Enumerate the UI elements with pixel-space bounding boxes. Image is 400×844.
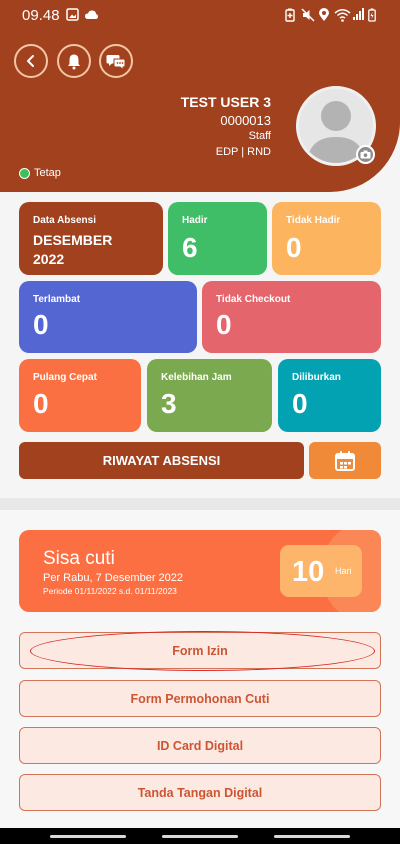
mute-icon (301, 8, 315, 26)
sisa-cuti-title: Sisa cuti (43, 548, 115, 569)
wifi-icon (334, 8, 351, 26)
sisa-cuti-card: Sisa cuti Per Rabu, 7 Desember 2022 Peri… (19, 530, 381, 612)
card-value: 0 (216, 309, 232, 340)
sisa-cuti-date: Per Rabu, 7 Desember 2022 (43, 572, 184, 584)
calendar-icon (335, 450, 355, 471)
card-label: Tidak Checkout (216, 294, 291, 305)
back-arrow-icon (27, 55, 34, 67)
card-label: Kelebihan Jam (161, 372, 232, 383)
status-bar: 09.48 (0, 0, 400, 32)
nav-back-button[interactable] (274, 835, 350, 838)
card-data-absensi: Data Absensi DESEMBER 2022 (19, 202, 163, 275)
back-button[interactable] (14, 44, 48, 78)
card-diliburkan[interactable]: Diliburkan 0 (278, 359, 381, 432)
card-tidak-hadir[interactable]: Tidak Hadir 0 (272, 202, 381, 275)
user-role: Staff (248, 130, 271, 142)
sisa-cuti-unit: Hari (335, 566, 352, 576)
card-kelebihan-jam[interactable]: Kelebihan Jam 3 (147, 359, 272, 432)
id-card-digital-button[interactable]: ID Card Digital (19, 727, 381, 764)
card-hadir[interactable]: Hadir 6 (168, 202, 267, 275)
card-value: 3 (161, 388, 177, 419)
card-value: 0 (286, 232, 302, 263)
card-label: Hadir (182, 215, 208, 226)
change-photo-button[interactable] (356, 145, 375, 164)
cloud-icon (84, 8, 99, 25)
battery-icon (368, 8, 376, 26)
card-value: 6 (182, 232, 198, 263)
card-value: 0 (33, 309, 49, 340)
location-icon (318, 8, 330, 26)
tanda-tangan-digital-button[interactable]: Tanda Tangan Digital (19, 774, 381, 811)
card-terlambat[interactable]: Terlambat 0 (19, 281, 197, 353)
section-divider (0, 498, 400, 510)
card-label: Terlambat (33, 294, 81, 305)
attendance-year: 2022 (33, 251, 65, 267)
sisa-cuti-badge: 10 Hari (280, 545, 362, 597)
card-label: Tidak Hadir (286, 215, 341, 226)
attendance-month: DESEMBER (33, 232, 113, 248)
status-time: 09.48 (22, 7, 60, 24)
app-screen: 09.48 TEST USER 3 0000013 Staff EDP | RN… (0, 0, 400, 844)
user-department: EDP | RND (215, 146, 271, 158)
sisa-cuti-period: Periode 01/11/2022 s.d. 01/11/2023 (43, 586, 177, 596)
nav-recent-button[interactable] (50, 835, 126, 838)
card-tidak-checkout[interactable]: Tidak Checkout 0 (202, 281, 381, 353)
signal-icon (353, 8, 365, 25)
card-label: Data Absensi (33, 215, 96, 226)
user-name: TEST USER 3 (180, 94, 271, 110)
form-permohonan-cuti-button[interactable]: Form Permohonan Cuti (19, 680, 381, 717)
image-notification-icon (66, 8, 79, 25)
camera-icon (360, 150, 371, 159)
card-label: Pulang Cepat (33, 372, 97, 383)
user-id: 0000013 (220, 113, 271, 128)
bell-icon (68, 54, 80, 69)
employment-status-dot (19, 168, 30, 179)
chat-icon (106, 54, 126, 70)
card-pulang-cepat[interactable]: Pulang Cepat 0 (19, 359, 141, 432)
battery-saver-icon (285, 8, 295, 26)
attendance-period: DESEMBER 2022 (33, 231, 112, 269)
chat-button[interactable] (99, 44, 133, 78)
card-value: 0 (292, 388, 308, 419)
card-label: Diliburkan (292, 372, 341, 383)
calendar-button[interactable] (309, 442, 381, 479)
riwayat-absensi-button[interactable]: RIWAYAT ABSENSI (19, 442, 304, 479)
card-value: 0 (33, 388, 49, 419)
sisa-cuti-value: 10 (292, 556, 325, 588)
form-izin-button[interactable]: Form Izin (19, 632, 381, 669)
nav-home-button[interactable] (162, 835, 238, 838)
notifications-button[interactable] (57, 44, 91, 78)
employment-status: Tetap (34, 167, 61, 179)
